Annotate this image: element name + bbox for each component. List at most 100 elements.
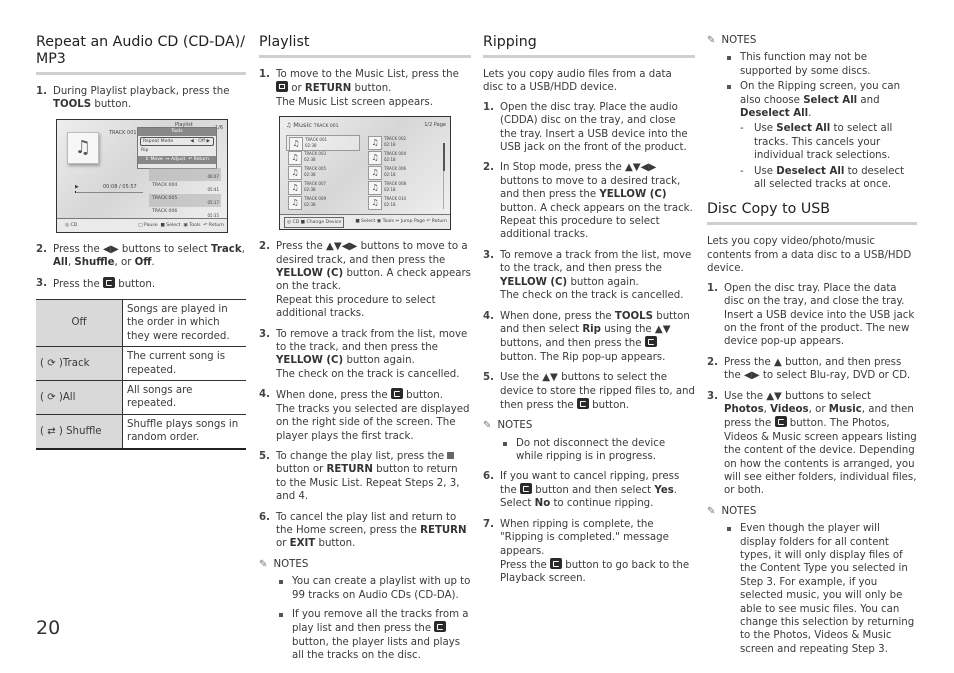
notes-list: This function may not be supported by so… bbox=[707, 51, 917, 191]
track-time: 02:18 bbox=[384, 157, 396, 163]
music-track-item[interactable]: ♫ TRACK 005 02:38 bbox=[286, 165, 358, 181]
stop-button-icon bbox=[276, 81, 288, 93]
track-time: 02:38 bbox=[304, 172, 316, 178]
pencil-note-icon: ✎ bbox=[707, 505, 716, 517]
music-track-item[interactable]: ♫ TRACK 001 02:38 bbox=[286, 135, 360, 152]
music-note-icon: ♫ bbox=[288, 151, 302, 166]
step-1: 1. During Playlist playback, press the TO… bbox=[36, 86, 230, 111]
track-time: 02:38 bbox=[304, 202, 316, 208]
step-1: 1. To move to the Music List, press the o… bbox=[259, 69, 459, 108]
music-track-item[interactable]: ♫ TRACK 008 02:18 bbox=[366, 180, 438, 196]
step-2: 2. Press the ▲ button, and then press the… bbox=[707, 356, 911, 382]
step-1: 1. Open the disc tray. Place the data dis… bbox=[707, 282, 915, 348]
note-item: Do not disconnect the device while rippi… bbox=[500, 437, 695, 464]
step-7: 7. When ripping is complete, the "Ripping… bbox=[483, 518, 690, 585]
mode-desc: Songs are played in the order in which t… bbox=[122, 299, 246, 347]
repeat-one-icon: ⟳ bbox=[47, 357, 56, 369]
music-track-item[interactable]: ♫ TRACK 002 02:18 bbox=[366, 135, 438, 151]
step-3: 3. Press the button. bbox=[36, 276, 156, 290]
music-list-screen-illustration: ♫ Music TRACK 001 1/2 Page ♫ TRACK 001 02:… bbox=[279, 116, 451, 231]
track-time: 02:38 bbox=[304, 157, 316, 163]
section-title-playlist: Playlist bbox=[259, 34, 471, 58]
change-device-button[interactable]: ◎ CD ■ Change Device bbox=[284, 217, 345, 229]
music-note-icon: ♫ bbox=[288, 166, 302, 181]
track-time: 02:18 bbox=[384, 187, 396, 193]
music-track-item[interactable]: ♫ TRACK 009 02:38 bbox=[286, 195, 358, 211]
notes-heading: ✎ NOTES bbox=[707, 35, 757, 46]
note-item: Even though the player will display fold… bbox=[724, 522, 917, 656]
music-track-item[interactable]: ♫ TRACK 004 02:18 bbox=[366, 150, 438, 166]
repeat-all-icon: ⟳ bbox=[47, 391, 56, 403]
music-track-item[interactable]: ♫ TRACK 010 02:18 bbox=[366, 195, 438, 211]
track-title: TRACK 001 bbox=[109, 129, 137, 136]
page-number: 20 bbox=[36, 617, 61, 639]
mode-all: ( ⟳ )All bbox=[36, 380, 123, 415]
step-3: 3. To remove a track from the list, move … bbox=[483, 249, 692, 302]
progress-time: 00:08 / 05:57 bbox=[103, 183, 137, 190]
step-3: 3. Use the ▲▼ buttons to select Photos, V… bbox=[707, 390, 917, 497]
music-note-icon: ♫ bbox=[368, 166, 382, 181]
notes-heading: ✎ NOTES bbox=[707, 505, 757, 517]
tools-hint-bar: ↕ Move ↔ Adjust ↶ Return bbox=[138, 155, 216, 164]
pencil-note-icon: ✎ bbox=[707, 35, 716, 46]
sub-notes-list: - Use Select All to select all tracks. Th… bbox=[740, 122, 917, 191]
repeat-mode-row[interactable]: Repeat Mode ◀ Off ▶ bbox=[140, 136, 214, 146]
track-time: 02:38 bbox=[304, 187, 316, 193]
enter-button-icon bbox=[774, 416, 787, 428]
step-1: 1. Open the disc tray. Place the audio (C… bbox=[483, 101, 688, 154]
pencil-note-icon: ✎ bbox=[259, 558, 268, 570]
mode-desc: The current song is repeated. bbox=[122, 346, 246, 381]
repeat-modes-table: Off Songs are played in the order in whi… bbox=[36, 299, 246, 450]
disc-copy-intro: Lets you copy video/photo/music contents… bbox=[707, 236, 912, 275]
mode-desc: All songs are repeated. bbox=[122, 380, 246, 415]
music-note-icon: ♫ bbox=[289, 137, 303, 152]
note-item: This function may not be supported by so… bbox=[724, 51, 917, 78]
track-time: 02:18 bbox=[384, 172, 396, 178]
step-4: 4. When done, press the TOOLS button and … bbox=[483, 310, 690, 363]
enter-button-icon bbox=[390, 388, 403, 400]
step-2: 2. Press the ◀▶ buttons to select Track, … bbox=[36, 243, 245, 269]
step-3: 3. To remove a track from the list, move … bbox=[259, 328, 468, 380]
music-note-icon: ♫ bbox=[288, 196, 302, 211]
music-note-icon: ♫ bbox=[288, 181, 302, 196]
column-repeat-audio-cd: Repeat an Audio CD (CD-DA)/ MP3 1. During… bbox=[36, 34, 246, 450]
step-4: 4. When done, press the button. The tracks… bbox=[259, 388, 470, 442]
mode-track: ( ⟳ )Track bbox=[36, 346, 123, 381]
rip-row[interactable]: Rip bbox=[138, 147, 216, 154]
ripping-intro: Lets you copy audio files from a data di… bbox=[483, 69, 672, 94]
enter-button-icon bbox=[519, 482, 532, 494]
play-icon: ▶ bbox=[75, 183, 79, 190]
track-row[interactable]: TRACK 004 05:41 bbox=[149, 181, 221, 194]
mode-shuffle: ( ⇄ ) Shuffle bbox=[36, 413, 123, 449]
progress-fill bbox=[75, 191, 77, 194]
mode-off: Off bbox=[36, 299, 123, 347]
pencil-note-icon: ✎ bbox=[483, 420, 492, 432]
note-item: If you remove all the tracks from a play… bbox=[276, 608, 471, 663]
column-ripping: Ripping Lets you copy audio files from a… bbox=[483, 34, 695, 593]
music-track-item[interactable]: ♫ TRACK 006 02:18 bbox=[366, 165, 438, 181]
tools-popup-title: Tools bbox=[138, 127, 216, 136]
note-item: You can create a playlist with up to 99 … bbox=[276, 575, 471, 602]
scrollbar-thumb[interactable] bbox=[442, 143, 445, 172]
enter-button-icon bbox=[103, 276, 116, 288]
step-5: 5. To change the play list, press the but… bbox=[259, 450, 460, 503]
track-time: 02:18 bbox=[384, 142, 396, 148]
mode-desc: Shuffle plays songs in random order. bbox=[122, 413, 246, 449]
progress-bar bbox=[75, 191, 143, 194]
track-row[interactable]: 06:07 bbox=[149, 167, 221, 181]
page-indicator: 1/2 Page bbox=[424, 122, 446, 129]
album-art: ♫ bbox=[67, 131, 99, 164]
notes-list: You can create a playlist with up to 99 … bbox=[259, 575, 471, 662]
table-row: ( ⇄ ) Shuffle Shuffle plays songs in ran… bbox=[36, 413, 246, 449]
step-6: 6. If you want to cancel ripping, press t… bbox=[483, 470, 680, 510]
music-track-item[interactable]: ♫ TRACK 007 02:38 bbox=[286, 180, 358, 196]
tools-popup: Tools Repeat Mode ◀ Off ▶ Rip ↕ Move ↔ A… bbox=[137, 126, 217, 169]
music-track-item[interactable]: ♫ TRACK 003 02:38 bbox=[286, 150, 358, 166]
table-row: ( ⟳ )All All songs are repeated. bbox=[36, 380, 246, 415]
step-5: 5. Use the ▲▼ buttons to select the devic… bbox=[483, 372, 695, 411]
stop-square-icon bbox=[447, 451, 455, 459]
scrollbar[interactable] bbox=[442, 143, 445, 210]
track-row[interactable]: TRACK 005 05:17 bbox=[149, 193, 221, 207]
note-item: On the Ripping screen, you can also choo… bbox=[724, 80, 917, 191]
screen-footer: ◎ CD ■ Change Device ■ Select ▣ Tools ⇔ … bbox=[280, 214, 450, 230]
